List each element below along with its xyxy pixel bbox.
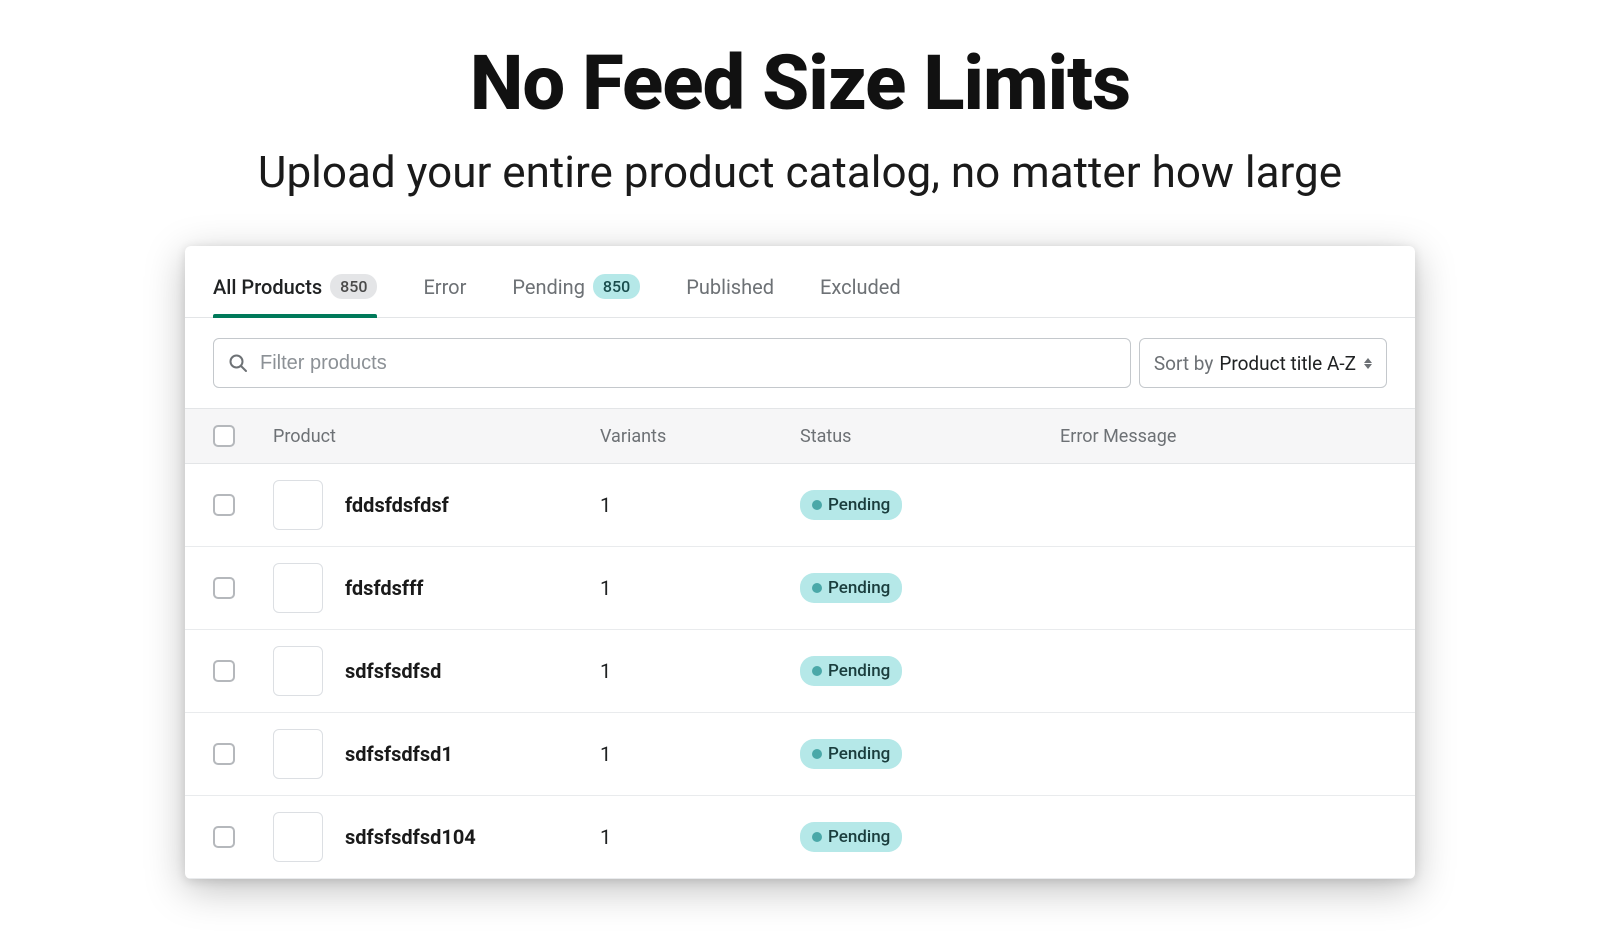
table-row[interactable]: sdfsfsdfsd 1Pending: [185, 630, 1415, 713]
status-cell: Pending: [800, 822, 1060, 852]
product-thumbnail: [273, 729, 323, 779]
status-badge: Pending: [800, 573, 902, 603]
search-field-wrap[interactable]: [213, 338, 1131, 388]
product-cell: fddsfdsfdsf: [273, 480, 600, 530]
table-body: fddsfdsfdsf1Pendingfdsfdsfff1Pendingsdfs…: [185, 464, 1415, 879]
status-dot-icon: [812, 500, 822, 510]
tab-label: Pending: [512, 275, 585, 299]
search-icon: [228, 353, 248, 373]
variants-cell: 1: [600, 825, 800, 849]
product-name: sdfsfsdfsd: [345, 659, 441, 683]
table-row[interactable]: fdsfdsfff 1Pending: [185, 547, 1415, 630]
tab-pending[interactable]: Pending 850: [512, 274, 640, 317]
col-product: Product: [273, 426, 600, 447]
status-dot-icon: [812, 666, 822, 676]
tab-excluded[interactable]: Excluded: [820, 275, 901, 317]
tab-all-products[interactable]: All Products 850: [213, 274, 377, 317]
variants-cell: 1: [600, 493, 800, 517]
sort-select[interactable]: Sort by Product title A-Z: [1139, 338, 1387, 388]
product-cell: fdsfdsfff: [273, 563, 600, 613]
row-checkbox[interactable]: [213, 577, 235, 599]
col-status: Status: [800, 426, 1060, 447]
status-badge: Pending: [800, 739, 902, 769]
table-row[interactable]: fddsfdsfdsf 1Pending: [185, 464, 1415, 547]
tab-label: Excluded: [820, 275, 901, 299]
product-panel: All Products 850 Error Pending 850 Publi…: [185, 246, 1415, 879]
search-input[interactable]: [260, 352, 1116, 375]
hero-subtitle: Upload your entire product catalog, no m…: [0, 146, 1600, 198]
select-all-checkbox[interactable]: [213, 425, 235, 447]
tab-badge: 850: [330, 274, 377, 299]
status-cell: Pending: [800, 490, 1060, 520]
row-checkbox[interactable]: [213, 743, 235, 765]
tab-error[interactable]: Error: [423, 275, 466, 317]
product-thumbnail: [273, 480, 323, 530]
status-badge: Pending: [800, 656, 902, 686]
tab-label: Error: [423, 275, 466, 299]
status-dot-icon: [812, 749, 822, 759]
sort-caret-icon: [1364, 358, 1372, 369]
product-cell: sdfsfsdfsd: [273, 646, 600, 696]
status-badge: Pending: [800, 822, 902, 852]
table-row[interactable]: sdfsfsdfsd1 1Pending: [185, 713, 1415, 796]
tab-label: All Products: [213, 275, 322, 299]
sort-value: Product title A-Z: [1219, 352, 1356, 375]
product-thumbnail: [273, 812, 323, 862]
table-row[interactable]: sdfsfsdfsd104 1Pending: [185, 796, 1415, 879]
col-error: Error Message: [1060, 426, 1387, 447]
tab-badge: 850: [593, 274, 640, 299]
row-checkbox[interactable]: [213, 494, 235, 516]
hero-title: No Feed Size Limits: [0, 38, 1600, 128]
status-badge: Pending: [800, 490, 902, 520]
product-name: sdfsfsdfsd1: [345, 742, 453, 766]
status-cell: Pending: [800, 573, 1060, 603]
product-name: fdsfdsfff: [345, 576, 423, 600]
table-header: Product Variants Status Error Message: [185, 408, 1415, 464]
product-cell: sdfsfsdfsd104: [273, 812, 600, 862]
status-dot-icon: [812, 583, 822, 593]
status-cell: Pending: [800, 739, 1060, 769]
product-name: sdfsfsdfsd104: [345, 825, 476, 849]
variants-cell: 1: [600, 742, 800, 766]
variants-cell: 1: [600, 576, 800, 600]
status-dot-icon: [812, 832, 822, 842]
product-thumbnail: [273, 563, 323, 613]
controls-row: Sort by Product title A-Z: [185, 318, 1415, 408]
col-variants: Variants: [600, 426, 800, 447]
sort-prefix: Sort by: [1154, 352, 1214, 375]
variants-cell: 1: [600, 659, 800, 683]
tab-label: Published: [686, 275, 774, 299]
product-thumbnail: [273, 646, 323, 696]
product-cell: sdfsfsdfsd1: [273, 729, 600, 779]
row-checkbox[interactable]: [213, 660, 235, 682]
tabs-bar: All Products 850 Error Pending 850 Publi…: [185, 246, 1415, 318]
status-cell: Pending: [800, 656, 1060, 686]
product-name: fddsfdsfdsf: [345, 493, 449, 517]
tab-published[interactable]: Published: [686, 275, 774, 317]
row-checkbox[interactable]: [213, 826, 235, 848]
